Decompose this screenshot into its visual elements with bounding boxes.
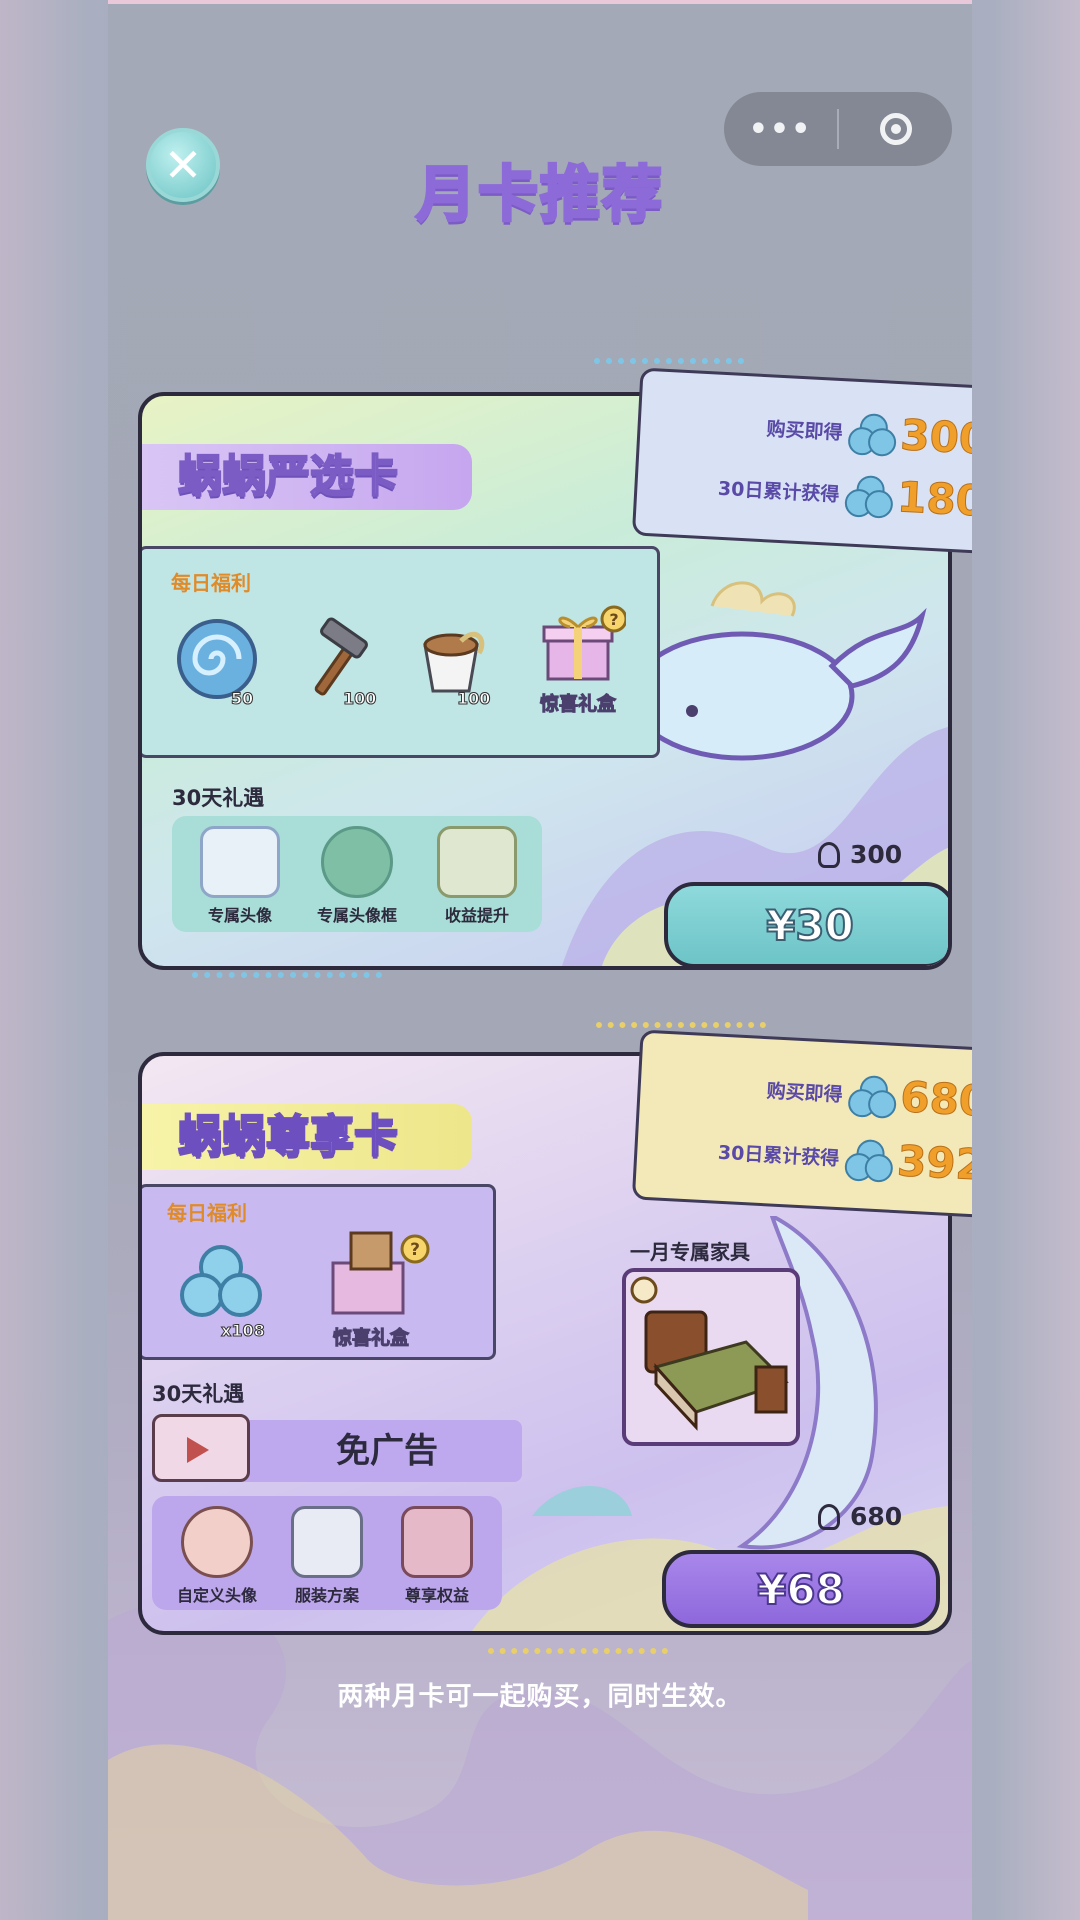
item-quantity: 100: [342, 689, 377, 709]
daily-item-hammer[interactable]: 100: [291, 615, 379, 711]
benefit-outfit[interactable]: 服装方案: [272, 1506, 382, 1606]
thirty-day-gift-label: 30天礼遇: [152, 1382, 245, 1406]
daily-item-shell-coin[interactable]: x108: [171, 1243, 271, 1343]
item-quantity: x108: [221, 1321, 266, 1341]
svg-text:?: ?: [609, 610, 618, 629]
buy-select-card-button[interactable]: ¥30: [664, 882, 948, 966]
bulb-icon: [818, 841, 840, 868]
instant-label: 购买即得: [766, 418, 844, 445]
accum-label: 30日累计获得: [717, 1141, 840, 1171]
target-icon: [879, 113, 912, 145]
item-quantity: 50: [230, 689, 254, 709]
shell-coin-icon: [844, 1138, 894, 1183]
accum-reward-row: 30日累计获得 3920: [636, 1123, 972, 1192]
instant-value: 680: [899, 1072, 972, 1127]
daily-benefits-label: 每日福利: [167, 1201, 247, 1225]
gift-box-icon: ?: [331, 1231, 430, 1315]
game-screen: ✕ 月卡推荐 ••• 蜗蜗严选卡 每日福利 50 100 100 ? 惊喜礼盒 …: [108, 0, 972, 1920]
accum-value: 1800: [895, 472, 972, 528]
accum-reward-row: 30日累计获得 1800: [636, 459, 972, 528]
shell-coin-icon: [180, 1245, 262, 1317]
instant-reward-row: 购买即得 680: [640, 1059, 972, 1128]
exit-target-button[interactable]: [839, 113, 952, 145]
bead-decoration: [488, 1648, 668, 1654]
shell-coin-icon: [847, 412, 897, 457]
premium-benefit-icon: [401, 1506, 473, 1578]
item-name: 惊喜礼盒: [539, 693, 616, 716]
custom-avatar-icon: [181, 1506, 253, 1578]
bulb-reward: 680: [818, 1502, 902, 1531]
thirty-day-benefits: 自定义头像 服装方案 尊享权益: [152, 1496, 502, 1610]
card-title: 蜗蜗尊享卡: [142, 1104, 472, 1170]
benefit-label: 尊享权益: [404, 1586, 469, 1605]
shell-coin-icon: [847, 1074, 897, 1119]
tv-icon: [152, 1414, 250, 1482]
bulb-icon: [818, 1503, 840, 1530]
daily-benefits-panel: 每日福利 50 100 100 ? 惊喜礼盒: [142, 546, 660, 758]
bulb-reward: 300: [818, 840, 902, 869]
benefit-avatar[interactable]: 专属头像: [190, 826, 290, 926]
bead-decoration: [596, 1022, 766, 1028]
income-boost-icon: [437, 826, 517, 898]
daily-item-bucket[interactable]: 100: [407, 615, 495, 711]
daily-benefits-panel: 每日福利 x108 ? 惊喜礼盒: [142, 1184, 496, 1360]
daily-benefits-label: 每日福利: [171, 571, 251, 595]
benefit-label: 专属头像框: [316, 906, 397, 925]
bead-decoration: [192, 972, 382, 978]
mini-program-capsule: •••: [724, 92, 952, 166]
instant-value: 300: [899, 410, 972, 465]
instant-reward-row: 购买即得 300: [640, 397, 972, 466]
benefit-custom-avatar[interactable]: 自定义头像: [162, 1506, 272, 1606]
footer-note: 两种月卡可一起购买，同时生效。: [337, 1682, 743, 1712]
benefit-label: 服装方案: [294, 1586, 359, 1605]
accum-label: 30日累计获得: [717, 477, 840, 507]
thirty-day-benefits: 专属头像 专属头像框 收益提升: [172, 816, 542, 932]
bulb-value: 300: [850, 840, 903, 869]
exclusive-furniture-label: 一月专属家具: [630, 1240, 750, 1264]
no-ads-label: 免广告: [336, 1431, 438, 1471]
instant-label: 购买即得: [766, 1080, 844, 1107]
benefit-avatar-frame[interactable]: 专属头像框: [302, 826, 412, 926]
buy-premium-card-button[interactable]: ¥68: [662, 1550, 940, 1628]
whale-avatar-icon: [200, 826, 280, 898]
select-card-price-tag: 购买即得 300 30日累计获得 1800: [631, 367, 972, 557]
benefit-premium[interactable]: 尊享权益: [382, 1506, 492, 1606]
bead-decoration: [594, 358, 744, 364]
shell-coin-icon: [844, 474, 894, 519]
no-ads-benefit[interactable]: 免广告: [152, 1414, 522, 1482]
gift-box-icon: ?: [542, 605, 628, 681]
benefit-label: 专属头像: [207, 906, 272, 925]
benefit-label: 自定义头像: [176, 1586, 257, 1605]
more-menu-button[interactable]: •••: [724, 112, 837, 147]
bulb-value: 680: [850, 1502, 903, 1531]
benefit-label: 收益提升: [444, 906, 509, 925]
accum-value: 3920: [895, 1136, 972, 1192]
daily-item-surprise-gift[interactable]: ? 惊喜礼盒: [301, 1223, 441, 1353]
exclusive-furniture-item[interactable]: [622, 1268, 800, 1446]
outfit-icon: [291, 1506, 363, 1578]
avatar-frame-icon: [321, 826, 393, 898]
item-quantity: 100: [456, 689, 491, 709]
top-strip: [108, 0, 972, 4]
benefit-income-boost[interactable]: 收益提升: [422, 826, 532, 926]
svg-text:?: ?: [410, 1240, 420, 1260]
item-name: 惊喜礼盒: [332, 1327, 409, 1350]
thirty-day-gift-label: 30天礼遇: [172, 786, 265, 810]
daily-item-surprise-gift[interactable]: ? 惊喜礼盒: [523, 605, 633, 716]
bed-icon: [630, 1276, 789, 1431]
daily-item-orb[interactable]: 50: [173, 615, 261, 711]
card-title: 蜗蜗严选卡: [142, 444, 472, 510]
premium-card-price-tag: 购买即得 680 30日累计获得 3920: [631, 1029, 972, 1221]
